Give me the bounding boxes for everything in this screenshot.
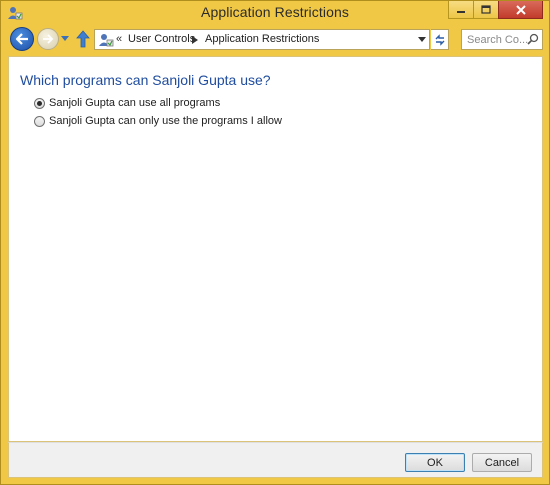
refresh-button[interactable] (431, 29, 449, 50)
close-button[interactable] (498, 1, 543, 19)
page-title: Which programs can Sanjoli Gupta use? (20, 72, 271, 88)
forward-arrow-icon (43, 34, 54, 44)
title-bar[interactable]: Application Restrictions (1, 1, 549, 25)
control-panel-icon (98, 32, 114, 48)
close-icon (515, 4, 526, 15)
cancel-button[interactable]: Cancel (472, 453, 532, 472)
search-box[interactable] (461, 29, 543, 50)
back-button[interactable] (10, 27, 34, 51)
radio-allowed-programs-only[interactable] (34, 115, 45, 127)
radio-allow-all-programs[interactable] (34, 97, 45, 109)
content-panel: Which programs can Sanjoli Gupta use? Sa… (8, 56, 543, 442)
ok-button[interactable]: OK (405, 453, 465, 472)
breadcrumb-application-restrictions[interactable]: Application Restrictions (205, 33, 319, 45)
recent-pages-chevron-icon[interactable] (61, 36, 69, 42)
breadcrumb-separator-icon[interactable] (192, 36, 198, 44)
maximize-icon (481, 5, 491, 14)
address-dropdown-icon[interactable] (418, 37, 426, 43)
search-input[interactable] (462, 30, 528, 49)
caption-buttons (448, 1, 543, 19)
address-overflow-button[interactable]: « (116, 33, 122, 45)
search-icon[interactable] (527, 33, 539, 45)
radio-label-allow-all[interactable]: Sanjoli Gupta can use all programs (49, 97, 220, 109)
dialog-footer: OK Cancel (8, 442, 543, 478)
back-arrow-icon (15, 33, 28, 45)
breadcrumb-user-controls[interactable]: User Controls (128, 33, 195, 45)
minimize-icon (457, 10, 465, 13)
radio-label-allowed-only[interactable]: Sanjoli Gupta can only use the programs … (49, 115, 282, 127)
minimize-button[interactable] (448, 1, 474, 19)
radio-selected-dot (37, 100, 42, 106)
address-bar[interactable]: « User Controls Application Restrictions (94, 29, 430, 50)
navigation-bar: « User Controls Application Restrictions (1, 27, 549, 53)
application-restrictions-window: Application Restrictions « User Controls… (0, 0, 550, 485)
refresh-icon (435, 33, 444, 46)
maximize-button[interactable] (473, 1, 499, 19)
forward-button[interactable] (37, 28, 59, 50)
up-arrow-icon[interactable] (75, 30, 91, 48)
option-allow-all-programs[interactable]: Sanjoli Gupta can use all programs (34, 97, 220, 109)
option-allowed-programs-only[interactable]: Sanjoli Gupta can only use the programs … (34, 115, 282, 127)
